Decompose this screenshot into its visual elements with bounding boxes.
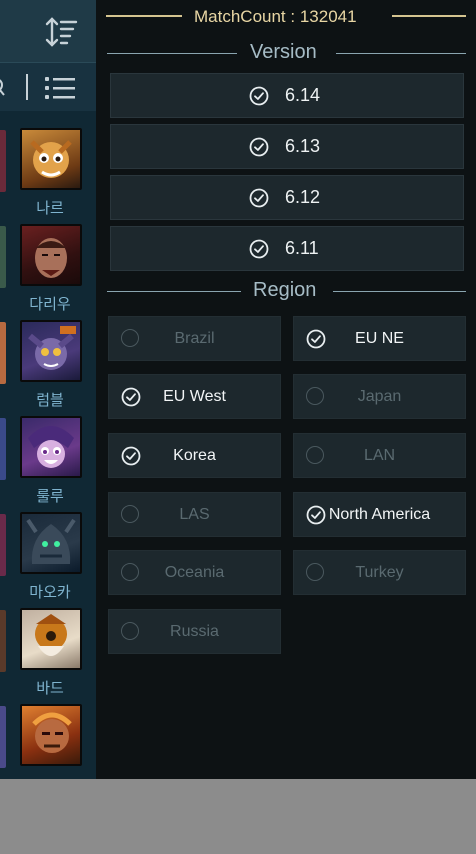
region-option[interactable]: Russia	[108, 609, 281, 654]
check-circle-icon	[306, 329, 326, 349]
search-icon[interactable]	[0, 76, 8, 98]
region-option[interactable]: EU NE	[293, 316, 466, 361]
version-label: 6.11	[285, 238, 319, 258]
empty-circle-icon	[306, 563, 326, 583]
champion-portrait[interactable]	[20, 512, 82, 574]
empty-circle-icon	[306, 387, 326, 407]
region-option[interactable]: Turkey	[293, 550, 466, 595]
region-section-title: Region	[253, 279, 317, 301]
champion-name: 럼블	[36, 391, 64, 409]
champion-thumb-partial	[0, 514, 6, 576]
champion-name: 룰루	[36, 487, 64, 505]
section-rule-right	[333, 291, 466, 292]
bottom-scrim	[0, 779, 476, 854]
check-circle-icon	[249, 239, 269, 259]
check-circle-icon	[249, 86, 269, 106]
champion-portrait[interactable]	[20, 704, 82, 766]
version-option[interactable]: 6.12	[110, 175, 464, 220]
toolbar-divider	[26, 74, 28, 100]
region-option[interactable]: Brazil	[108, 316, 281, 361]
check-circle-icon	[121, 387, 141, 407]
version-label: 6.12	[285, 187, 321, 207]
champion-thumb-partial	[0, 130, 6, 192]
region-option[interactable]: Korea	[108, 433, 281, 478]
champion-thumb-partial	[0, 610, 6, 672]
sort-icon[interactable]	[44, 14, 80, 50]
region-option[interactable]: LAN	[293, 433, 466, 478]
version-option[interactable]: 6.13	[110, 124, 464, 169]
header-rule-left	[106, 15, 182, 17]
section-rule-right	[336, 53, 466, 54]
check-circle-icon	[249, 137, 269, 157]
version-label: 6.14	[285, 85, 321, 105]
champion-list-panel: 나르 다리우 럼블 룰루 마오카 바드	[0, 0, 96, 779]
header-rule-right	[392, 15, 466, 17]
champion-name: 마오카	[29, 583, 71, 601]
match-count: MatchCount : 132041	[194, 7, 357, 26]
champion-portrait[interactable]	[20, 128, 82, 190]
champion-thumb-partial	[0, 418, 6, 480]
champion-name: 바드	[36, 679, 64, 697]
champion-portrait[interactable]	[20, 224, 82, 286]
champion-thumb-partial	[0, 322, 6, 384]
version-label: 6.13	[285, 136, 321, 156]
version-section-title: Version	[250, 41, 317, 63]
version-option[interactable]: 6.14	[110, 73, 464, 118]
version-option[interactable]: 6.11	[110, 226, 464, 271]
check-circle-icon	[249, 188, 269, 208]
empty-circle-icon	[121, 622, 141, 642]
empty-circle-icon	[121, 563, 141, 583]
empty-circle-icon	[121, 505, 141, 525]
list-view-icon[interactable]	[44, 74, 76, 102]
region-option[interactable]: North America	[293, 492, 466, 537]
check-circle-icon	[121, 446, 141, 466]
champion-portrait[interactable]	[20, 608, 82, 670]
region-option[interactable]: LAS	[108, 492, 281, 537]
champion-name: 나르	[36, 199, 64, 217]
region-option[interactable]: Japan	[293, 374, 466, 419]
check-circle-icon	[306, 505, 326, 525]
region-option[interactable]: EU West	[108, 374, 281, 419]
champion-name: 다리우	[29, 295, 71, 313]
champion-portrait[interactable]	[20, 416, 82, 478]
empty-circle-icon	[121, 329, 141, 349]
region-option[interactable]: Oceania	[108, 550, 281, 595]
screen: 나르 다리우 럼블 룰루 마오카 바드 MatchCount: 132041 …	[0, 0, 476, 854]
empty-circle-icon	[306, 446, 326, 466]
section-rule-left	[107, 53, 237, 54]
champion-thumb-partial	[0, 706, 6, 768]
section-rule-left	[107, 291, 241, 292]
champion-portrait[interactable]	[20, 320, 82, 382]
champion-thumb-partial	[0, 226, 6, 288]
